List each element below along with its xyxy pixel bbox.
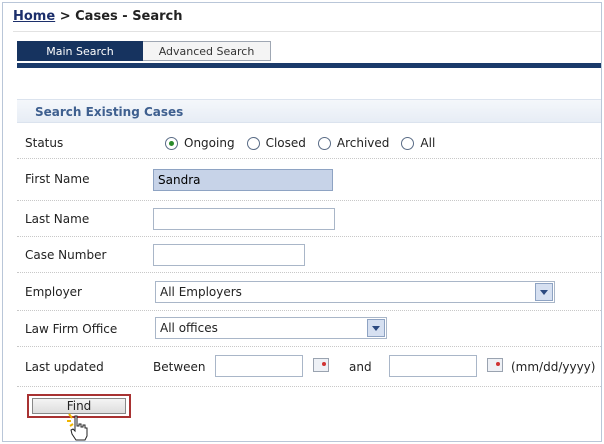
status-option-all: All — [420, 136, 436, 150]
chevron-down-icon — [535, 283, 553, 301]
breadcrumb-home-link[interactable]: Home — [13, 9, 55, 24]
tab-underline — [17, 63, 601, 68]
date-to-input[interactable] — [389, 355, 477, 377]
employer-label: Employer — [25, 285, 82, 299]
status-option-closed: Closed — [265, 136, 306, 150]
first-name-row: First Name — [17, 159, 601, 201]
employer-select-value: All Employers — [160, 285, 242, 299]
status-row: Status Ongoing Closed Archived All — [17, 127, 601, 159]
case-number-input[interactable] — [153, 244, 305, 266]
status-radio-all[interactable] — [401, 136, 415, 150]
tab-main-search[interactable]: Main Search — [17, 41, 143, 61]
breadcrumb: Home > Cases - Search — [13, 9, 601, 32]
last-name-row: Last Name — [17, 201, 601, 237]
date-format-hint: (mm/dd/yyyy) — [511, 360, 596, 374]
law-firm-office-label: Law Firm Office — [25, 322, 118, 336]
case-number-label: Case Number — [25, 248, 107, 262]
law-firm-office-row: Law Firm Office All offices — [17, 311, 601, 347]
last-name-input[interactable] — [153, 208, 335, 230]
last-name-label: Last Name — [25, 212, 90, 226]
status-radio-ongoing[interactable] — [165, 136, 178, 150]
main-frame: Home > Cases - Search Main Search Advanc… — [2, 2, 602, 442]
hand-cursor-icon — [67, 413, 88, 441]
last-updated-label: Last updated — [25, 360, 104, 374]
section-header: Search Existing Cases — [17, 99, 601, 123]
law-firm-office-select[interactable]: All offices — [155, 317, 387, 339]
and-label: and — [349, 360, 372, 374]
law-firm-office-select-value: All offices — [160, 321, 218, 335]
status-radio-group: Ongoing Closed Archived All — [165, 136, 441, 150]
date-from-input[interactable] — [215, 355, 303, 377]
employer-row: Employer All Employers — [17, 273, 601, 311]
calendar-icon[interactable] — [313, 358, 329, 372]
between-label: Between — [153, 360, 206, 374]
status-option-ongoing: Ongoing — [184, 136, 235, 150]
breadcrumb-current: Cases - Search — [75, 9, 183, 24]
breadcrumb-separator: > — [55, 9, 76, 24]
case-number-row: Case Number — [17, 237, 601, 273]
chevron-down-icon — [367, 319, 385, 337]
employer-select[interactable]: All Employers — [155, 281, 555, 303]
status-label: Status — [25, 136, 64, 150]
first-name-input[interactable] — [153, 169, 333, 191]
status-option-archived: Archived — [336, 136, 390, 150]
tab-advanced-search[interactable]: Advanced Search — [143, 41, 271, 61]
first-name-label: First Name — [25, 172, 90, 186]
status-radio-closed[interactable] — [246, 136, 260, 150]
calendar-icon[interactable] — [487, 358, 503, 372]
search-tabs: Main Search Advanced Search — [17, 41, 271, 63]
status-radio-archived[interactable] — [317, 136, 331, 150]
last-updated-row: Last updated Between and (mm/dd/yyyy) — [17, 347, 601, 387]
